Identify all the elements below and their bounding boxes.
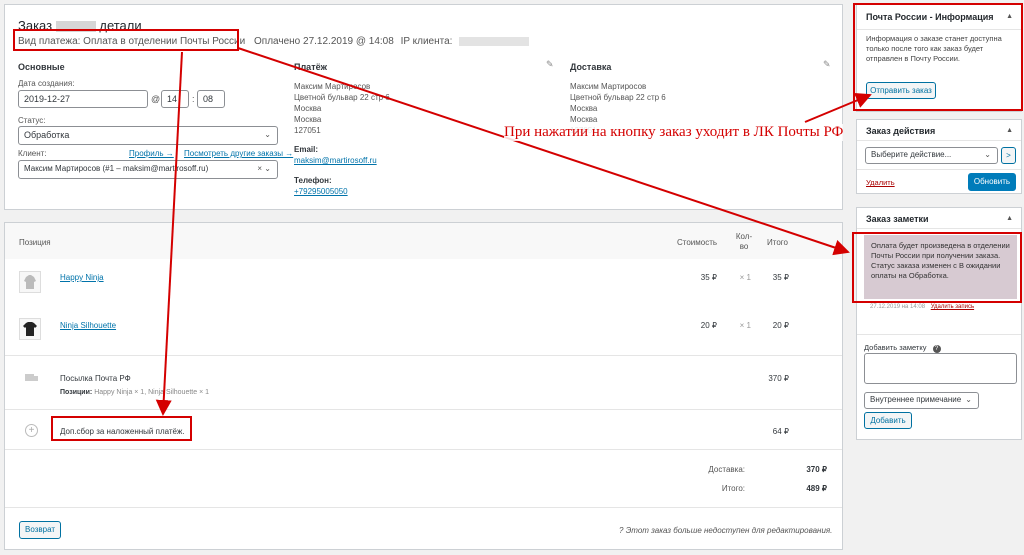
arrow-to-fee-row xyxy=(155,51,183,416)
annotation-text: При нажатии на кнопку заказ уходит в ЛК … xyxy=(504,124,844,141)
annotation-arrows xyxy=(155,47,872,416)
arrow-to-send-button xyxy=(804,92,872,123)
arrow-to-order-note xyxy=(237,47,850,256)
